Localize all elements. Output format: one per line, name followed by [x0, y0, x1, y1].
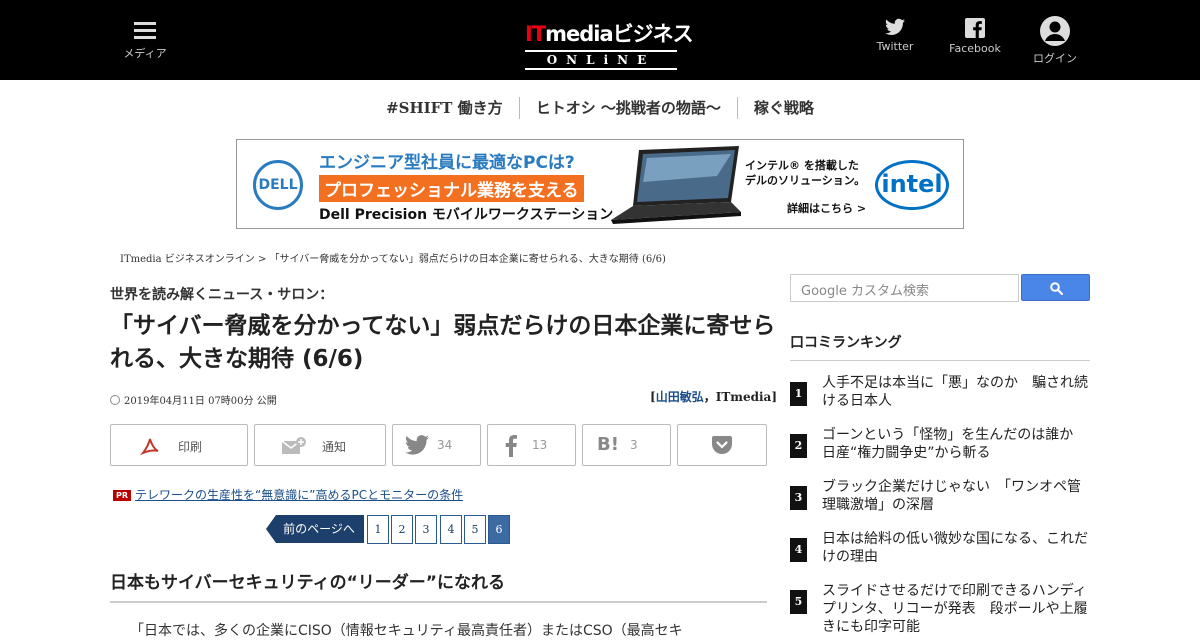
pdf-icon — [140, 438, 159, 456]
subnav-item-hitooshi[interactable]: ヒトオシ ～挑戦者の物語～ — [520, 97, 738, 119]
page-link-2[interactable]: 2 — [391, 515, 413, 544]
ranking-link[interactable]: スライドさせるだけで印刷できるハンディプリンタ、リコーが発表 段ボールや上履きに… — [822, 582, 1092, 636]
facebook-f-icon — [505, 435, 517, 457]
sub-navigation: #SHIFT 働き方 ヒトオシ ～挑戦者の物語～ 稼ぐ戦略 — [0, 97, 1200, 119]
hatena-share-button[interactable]: B! 3 — [582, 424, 671, 466]
ad-right-text: インテル® を搭載した デルのソリューション。 — [745, 158, 865, 188]
ad-headline: エンジニア型社員に最適なPCは? — [319, 153, 575, 173]
search-button[interactable] — [1021, 274, 1090, 301]
page-link-1[interactable]: 1 — [367, 515, 389, 544]
section-heading: 日本もサイバーセキュリティの“リーダー”になれる — [110, 568, 767, 603]
top-bar: メディア ITmediaビジネス ONLiNE Twitter Facebook… — [0, 0, 1200, 80]
media-menu-button[interactable]: メディア — [120, 18, 170, 61]
publish-date-text: 2019年04月11日 07時00分 公開 — [124, 396, 277, 407]
pr-badge: PR — [113, 490, 132, 501]
ad-right-line2: デルのソリューション。 — [745, 174, 866, 187]
mail-plus-icon — [281, 437, 306, 454]
ranking-link[interactable]: ゴーンという「怪物」を生んだのは誰か 日産“権力闘争史”から斬る — [822, 426, 1092, 462]
twitter-share-button[interactable]: 34 — [392, 424, 481, 466]
twitter-count: 34 — [437, 438, 453, 452]
twitter-icon — [885, 18, 905, 35]
prev-page-button[interactable]: 前のページへ — [266, 515, 364, 543]
ranking-number: 1 — [790, 382, 807, 406]
ad-more-link[interactable]: 詳細はこちら > — [787, 200, 866, 216]
clock-icon — [110, 395, 120, 405]
author-rest: ，ITmedia] — [703, 390, 777, 404]
ranking-number: 5 — [790, 590, 807, 614]
logo-it: IT — [525, 22, 546, 46]
search-icon — [1050, 282, 1063, 295]
site-logo[interactable]: ITmediaビジネス ONLiNE — [525, 18, 694, 70]
print-button[interactable]: 印刷 — [110, 424, 248, 466]
author-byline: [山田敏弘，ITmedia] — [650, 388, 777, 405]
ad-right-line1: インテル® を搭載した — [745, 159, 859, 172]
article-kicker[interactable]: 世界を読み解くニュース・サロン： — [110, 284, 333, 304]
logo-media: mediaビジネス — [545, 22, 694, 46]
article-body-first-line: 「日本では、多くの企業にCISO（情報セキュリティ最高責任者）またはCSO（最高… — [130, 623, 683, 639]
facebook-icon — [965, 18, 985, 38]
page-link-3[interactable]: 3 — [415, 515, 437, 544]
media-menu-label: メディア — [123, 47, 167, 60]
laptop-image — [611, 146, 741, 224]
page-link-5[interactable]: 5 — [464, 515, 486, 544]
intel-logo: intel — [875, 160, 949, 210]
ranking-number: 4 — [790, 538, 807, 562]
pocket-icon — [712, 436, 732, 454]
dell-logo: DELL — [253, 160, 303, 210]
subnav-item-shift[interactable]: #SHIFT 働き方 — [370, 97, 520, 119]
breadcrumb[interactable]: ITmedia ビジネスオンライン > 「サイバー脅威を分かってない」弱点だらけ… — [120, 250, 666, 265]
login-button[interactable]: ログイン — [1030, 16, 1080, 66]
notify-label: 通知 — [322, 440, 347, 454]
facebook-label: Facebook — [949, 42, 1001, 55]
ranking-number: 2 — [790, 434, 807, 458]
subnav-item-kasegu[interactable]: 稼ぐ戦略 — [738, 97, 830, 119]
login-label: ログイン — [1033, 52, 1077, 65]
author-link[interactable]: 山田敏弘 — [656, 390, 704, 404]
hatena-count: 3 — [630, 438, 638, 452]
ad-banner[interactable]: DELL エンジニア型社員に最適なPCは? プロフェッショナル業務を支える De… — [236, 139, 964, 229]
facebook-count: 13 — [532, 438, 548, 452]
ranking-link[interactable]: ブラック企業だけじゃない 「ワンオペ管理職激増」の深層 — [822, 478, 1092, 514]
page-link-6-current: 6 — [488, 515, 510, 544]
hamburger-icon — [134, 22, 156, 40]
hatena-bookmark-icon: B! — [597, 434, 619, 455]
page-link-4[interactable]: 4 — [440, 515, 462, 544]
twitter-icon — [405, 435, 429, 455]
user-avatar-icon — [1040, 16, 1070, 46]
article-title: 「サイバー脅威を分かってない」弱点だらけの日本企業に寄せられる、大きな期待 (6… — [110, 313, 776, 372]
search-input[interactable]: Google カスタム検索 — [790, 274, 1019, 302]
notify-button[interactable]: 通知 — [254, 424, 386, 466]
facebook-button[interactable]: Facebook — [945, 18, 1005, 55]
pocket-share-button[interactable] — [677, 424, 767, 466]
pr-link[interactable]: テレワークの生産性を“無意識に”高めるPCとモニターの条件 — [135, 488, 463, 502]
publish-date: 2019年04月11日 07時00分 公開 — [110, 392, 277, 407]
logo-online: ONLiNE — [525, 50, 677, 70]
ad-orange-banner: プロフェッショナル業務を支える — [319, 175, 584, 202]
twitter-button[interactable]: Twitter — [870, 18, 920, 53]
twitter-label: Twitter — [876, 40, 914, 53]
facebook-share-button[interactable]: 13 — [487, 424, 576, 466]
ad-subtitle: Dell Precision モバイルワークステーション — [319, 207, 614, 223]
ranking-link[interactable]: 人手不足は本当に「悪」なのか 騙され続ける日本人 — [822, 374, 1092, 410]
print-label: 印刷 — [178, 440, 203, 454]
ranking-number: 3 — [790, 486, 807, 510]
ranking-title: 口コミランキング — [790, 332, 1090, 361]
pr-link-row: PR テレワークの生産性を“無意識に”高めるPCとモニターの条件 — [113, 486, 463, 503]
ranking-link[interactable]: 日本は給料の低い微妙な国になる、これだけの理由 — [822, 530, 1092, 566]
